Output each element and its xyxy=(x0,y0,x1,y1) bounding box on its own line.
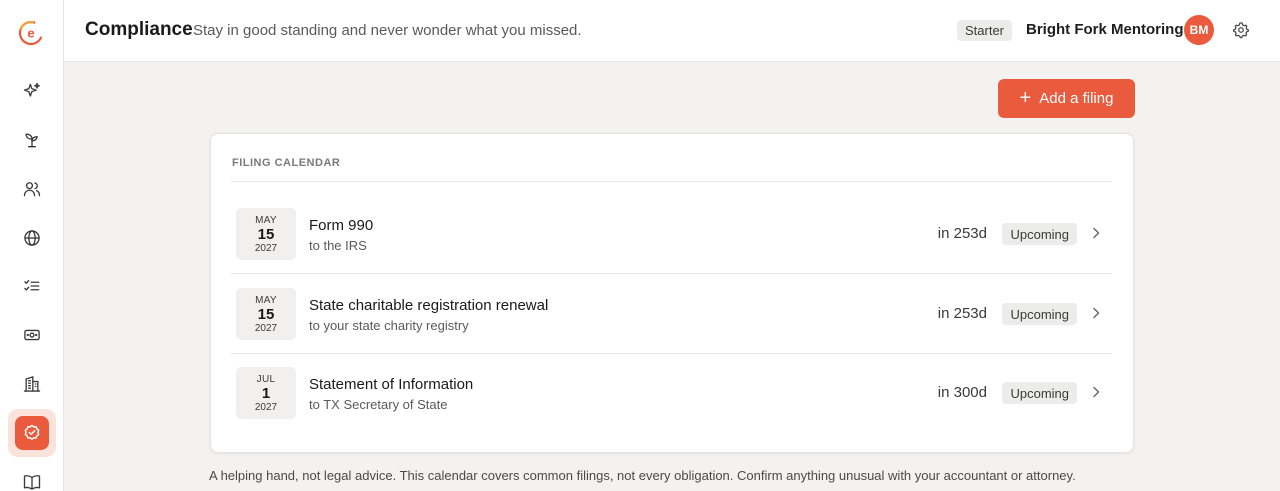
due-in: in 253d xyxy=(937,305,987,322)
book-icon xyxy=(23,475,41,490)
due-in: in 253d xyxy=(937,225,987,242)
filing-title: State charitable registration renewal xyxy=(309,297,549,314)
status-badge: Upcoming xyxy=(1002,303,1077,325)
chevron-right-icon xyxy=(1093,386,1100,398)
divider xyxy=(231,181,1111,182)
due-month: JUL xyxy=(256,373,276,385)
due-month: MAY xyxy=(255,294,277,306)
gear-icon xyxy=(1232,22,1250,39)
plan-badge: Starter xyxy=(957,20,1013,41)
due-date: MAY 15 2027 xyxy=(236,208,296,260)
filing-calendar-card: FILING CALENDAR MAY 15 2027 Form 990 to … xyxy=(210,133,1134,453)
add-filing-label: Add a filing xyxy=(1039,90,1114,107)
top-header: Compliance Stay in good standing and nev… xyxy=(64,0,1280,62)
nav-item-people[interactable] xyxy=(12,169,52,209)
due-day: 15 xyxy=(257,305,275,323)
filing-row[interactable]: JUL 1 2027 Statement of Information to T… xyxy=(231,353,1111,433)
nav-item-sparkle[interactable] xyxy=(12,71,52,111)
user-avatar[interactable]: BM xyxy=(1184,15,1214,45)
nav-item-money[interactable] xyxy=(12,315,52,355)
due-date: JUL 1 2027 xyxy=(236,367,296,419)
legal-disclaimer: A helping hand, not legal advice. This c… xyxy=(209,468,1076,483)
settings-button[interactable] xyxy=(1232,21,1250,39)
due-day: 15 xyxy=(257,225,275,243)
filing-recipient: to your state charity registry xyxy=(309,318,469,333)
due-year: 2027 xyxy=(254,401,278,413)
due-year: 2027 xyxy=(254,242,278,254)
page-title: Compliance xyxy=(85,19,193,40)
filing-row[interactable]: MAY 15 2027 Form 990 to the IRS in 253d … xyxy=(231,194,1111,274)
app-logo[interactable]: e xyxy=(18,20,44,46)
due-day: 1 xyxy=(261,384,271,402)
due-date: MAY 15 2027 xyxy=(236,288,296,340)
nav-item-building[interactable] xyxy=(12,364,52,404)
nav-item-book[interactable] xyxy=(12,462,52,491)
status-badge: Upcoming xyxy=(1002,382,1077,404)
filing-recipient: to the IRS xyxy=(309,238,367,253)
add-filing-button[interactable]: + Add a filing xyxy=(998,79,1135,118)
nav-item-sprout[interactable] xyxy=(12,120,52,160)
chevron-right-icon xyxy=(1093,307,1100,319)
plus-icon: + xyxy=(1019,86,1032,109)
building-icon xyxy=(23,376,41,392)
compliance-check-icon xyxy=(24,424,40,440)
checklist-icon xyxy=(24,279,40,291)
due-year: 2027 xyxy=(254,322,278,334)
money-icon xyxy=(24,329,40,341)
logo-letter: e xyxy=(27,26,34,41)
nav-item-compliance[interactable] xyxy=(8,409,56,457)
filing-row[interactable]: MAY 15 2027 State charitable registratio… xyxy=(231,274,1111,354)
sprout-icon xyxy=(25,133,38,148)
due-in: in 300d xyxy=(937,384,987,401)
nav-item-checklist[interactable] xyxy=(12,266,52,306)
globe-icon xyxy=(24,230,40,246)
page-subtitle: Stay in good standing and never wonder w… xyxy=(193,22,582,39)
nav-item-globe[interactable] xyxy=(12,218,52,258)
filing-title: Statement of Information xyxy=(309,376,474,393)
filing-title: Form 990 xyxy=(309,217,374,234)
nav-item-compliance-highlight xyxy=(15,416,49,450)
people-icon xyxy=(23,182,41,197)
filing-calendar-heading: FILING CALENDAR xyxy=(232,157,341,169)
sidebar: e xyxy=(0,0,64,491)
filing-recipient: to TX Secretary of State xyxy=(309,397,448,412)
organization-name[interactable]: Bright Fork Mentoring xyxy=(1026,21,1184,38)
status-badge: Upcoming xyxy=(1002,223,1077,245)
sparkle-icon xyxy=(23,82,40,97)
due-month: MAY xyxy=(255,214,277,226)
chevron-right-icon xyxy=(1093,227,1100,239)
